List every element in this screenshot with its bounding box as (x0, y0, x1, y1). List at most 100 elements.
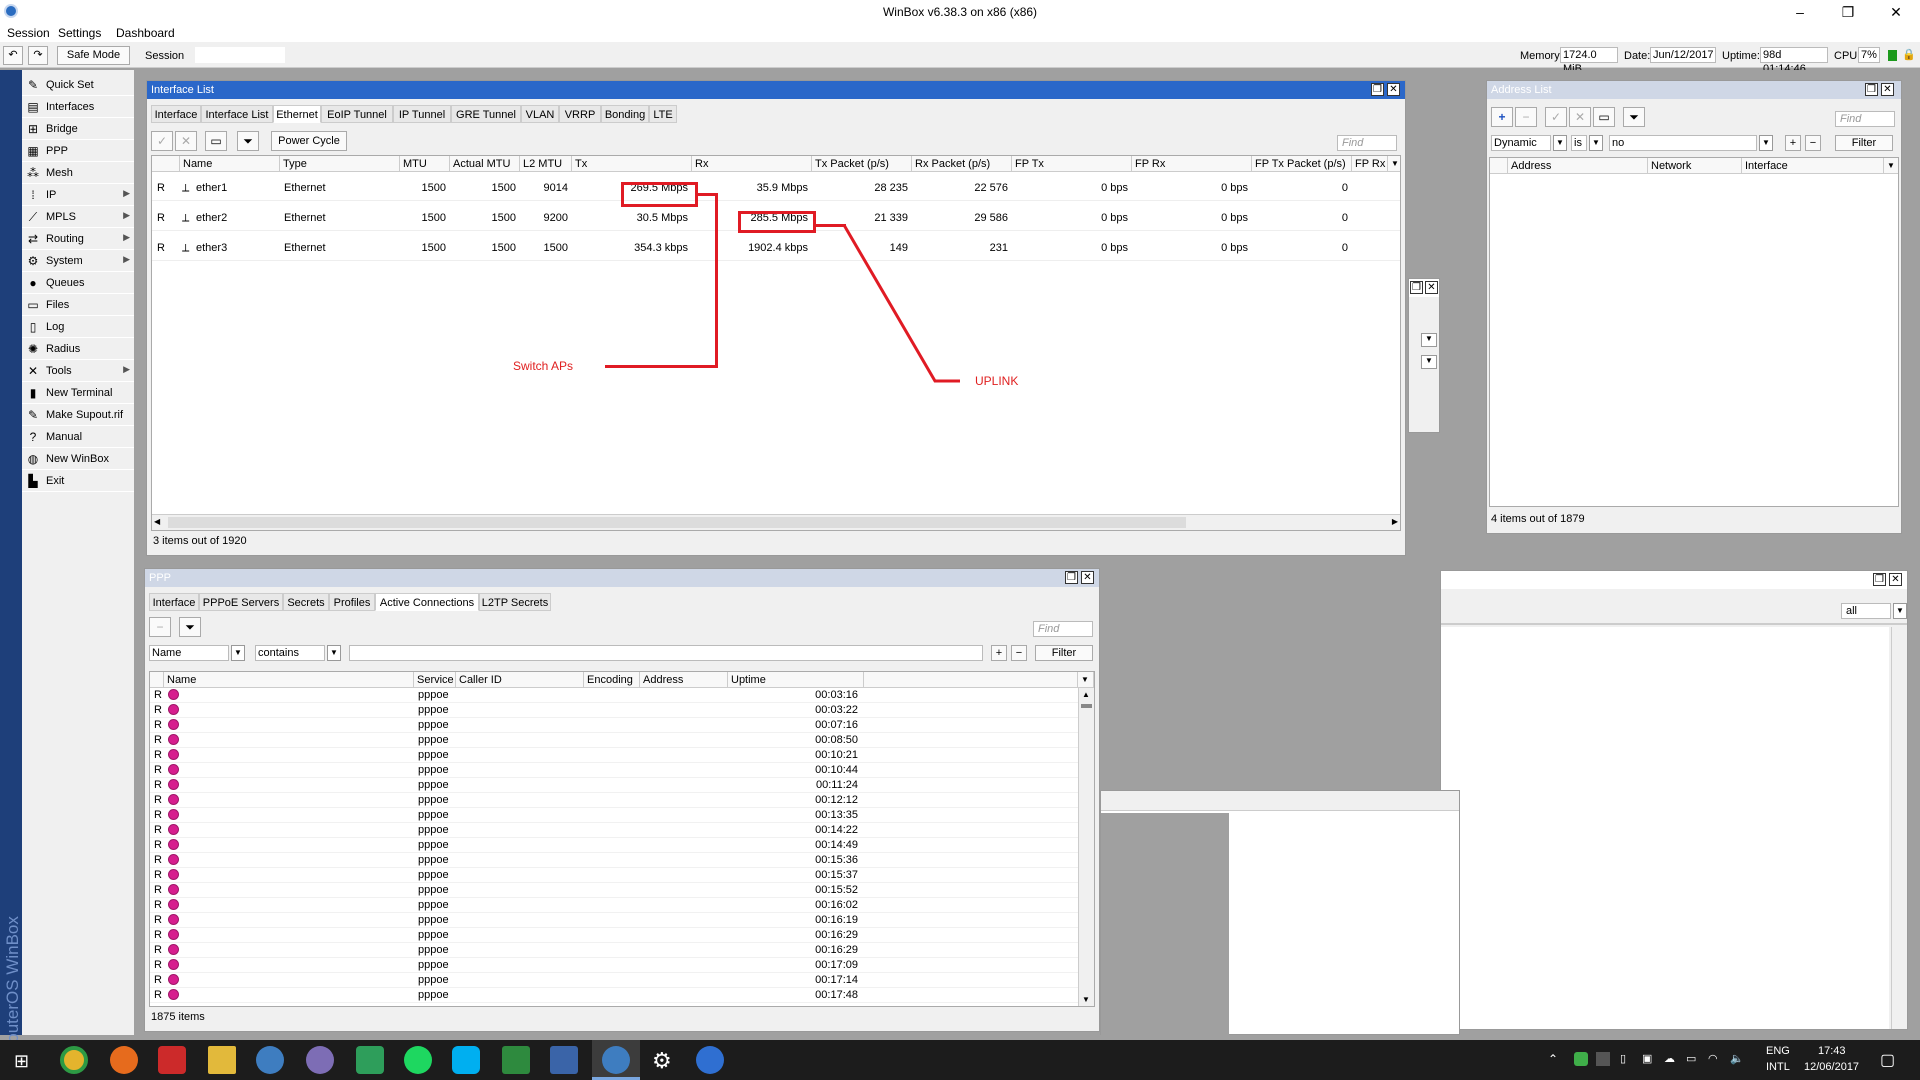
sidebar-item-files[interactable]: ▭ Files (22, 294, 134, 316)
col-header[interactable]: Name (164, 672, 414, 688)
col-header[interactable]: Uptime (728, 672, 864, 688)
chat-app-icon[interactable] (356, 1046, 384, 1074)
tab-interface-list[interactable]: Interface List (201, 105, 273, 123)
sidebar-item-exit[interactable]: ▙ Exit (22, 470, 134, 492)
filter-field-select[interactable]: Name (149, 645, 229, 661)
close-icon[interactable]: ✕ (1889, 573, 1902, 586)
add-icon[interactable]: + (1491, 107, 1513, 127)
sidebar-item-queues[interactable]: ● Queues (22, 272, 134, 294)
app-icon[interactable] (306, 1046, 334, 1074)
filter-op-select[interactable]: contains (255, 645, 325, 661)
sidebar-item-make-supout[interactable]: ✎ Make Supout.rif (22, 404, 134, 426)
vivaldi-icon[interactable] (158, 1046, 186, 1074)
tab-vrrp[interactable]: VRRP (559, 105, 601, 123)
tray-network-icon[interactable]: ▣ (1642, 1052, 1652, 1065)
tray-time[interactable]: 17:43 (1818, 1045, 1846, 1057)
sidebar-item-new-terminal[interactable]: ▮ New Terminal (22, 382, 134, 404)
col-header[interactable]: Tx (572, 156, 692, 172)
dropdown-arrow-icon[interactable]: ▼ (1553, 135, 1567, 151)
col-header[interactable]: FP Rx (1132, 156, 1252, 172)
tab-eoip-tunnel[interactable]: EoIP Tunnel (321, 105, 393, 123)
dropdown-arrow-icon[interactable]: ▼ (1589, 135, 1603, 151)
filter-value-input[interactable] (349, 645, 983, 661)
dropdown-arrow-icon[interactable]: ▼ (1421, 333, 1437, 347)
undo-button[interactable]: ↶ (3, 46, 23, 65)
table-row[interactable]: Rpppoe 00:07:16 (150, 718, 1078, 733)
col-header[interactable]: Type (280, 156, 400, 172)
add-condition-button[interactable]: + (991, 645, 1007, 661)
settings-icon[interactable]: ⚙ (652, 1048, 672, 1074)
col-header[interactable]: Encoding (584, 672, 640, 688)
table-row[interactable]: Rpppoe 00:13:35 (150, 808, 1078, 823)
table-row[interactable]: Rpppoe 00:03:22 (150, 703, 1078, 718)
table-row[interactable]: Rpppoe 00:10:21 (150, 748, 1078, 763)
sidebar-item-manual[interactable]: ? Manual (22, 426, 134, 448)
power-cycle-button[interactable]: Power Cycle (271, 131, 347, 151)
filter-op-select[interactable]: is (1571, 135, 1587, 151)
columns-dropdown-icon[interactable]: ▼ (1884, 158, 1898, 174)
scroll-down-icon[interactable]: ▼ (1082, 995, 1090, 1004)
safe-mode-button[interactable]: Safe Mode (57, 46, 130, 65)
columns-dropdown-icon[interactable]: ▼ (1388, 156, 1400, 172)
close-icon[interactable]: ✕ (1387, 83, 1400, 96)
remove-icon[interactable]: − (1515, 107, 1537, 127)
scrollbar-thumb[interactable] (168, 517, 1186, 528)
sidebar-item-tools[interactable]: ✕ Tools ▶ (22, 360, 134, 382)
tab-vlan[interactable]: VLAN (521, 105, 559, 123)
tab-interface[interactable]: Interface (149, 593, 199, 611)
tab-secrets[interactable]: Secrets (283, 593, 329, 611)
restore-icon[interactable]: ❐ (1873, 573, 1886, 586)
tab-pppoe-servers[interactable]: PPPoE Servers (199, 593, 283, 611)
col-header[interactable]: FP Rx (1352, 156, 1388, 172)
sidebar-item-mpls[interactable]: ⟋ MPLS ▶ (22, 206, 134, 228)
filter-select[interactable]: all (1841, 603, 1891, 619)
table-row[interactable]: Rpppoe 00:08:50 (150, 733, 1078, 748)
action-center-icon[interactable]: ▢ (1880, 1050, 1895, 1070)
filter-icon[interactable]: ⏷ (179, 617, 201, 637)
table-row[interactable]: Rpppoe 00:14:22 (150, 823, 1078, 838)
find-input[interactable]: Find (1337, 135, 1397, 151)
scroll-left-icon[interactable]: ◀ (154, 517, 160, 526)
table-row[interactable]: Rpppoe 00:12:12 (150, 793, 1078, 808)
restore-icon[interactable]: ❐ (1865, 83, 1878, 96)
table-row[interactable]: R ⟂ ether3 Ethernet 1500 1500 1500 354.3… (152, 242, 1400, 258)
col-header[interactable]: Rx (692, 156, 812, 172)
table-row[interactable]: Rpppoe 00:15:37 (150, 868, 1078, 883)
enable-icon[interactable]: ✓ (1545, 107, 1567, 127)
close-icon[interactable]: ✕ (1081, 571, 1094, 584)
table-row[interactable]: Rpppoe 00:16:19 (150, 913, 1078, 928)
table-row[interactable]: Rpppoe 00:16:29 (150, 928, 1078, 943)
tray-wifi-icon[interactable]: ◠ (1708, 1052, 1718, 1065)
network-app-icon[interactable] (502, 1046, 530, 1074)
windows-start-icon[interactable]: ⊞ (14, 1051, 29, 1072)
table-row[interactable]: R ⟂ ether1 Ethernet 1500 1500 9014 269.5… (152, 182, 1400, 198)
tab-gre-tunnel[interactable]: GRE Tunnel (451, 105, 521, 123)
dropdown-arrow-icon[interactable]: ▼ (231, 645, 245, 661)
add-condition-button[interactable]: + (1785, 135, 1801, 151)
col-header[interactable]: Actual MTU (450, 156, 520, 172)
file-explorer-icon[interactable] (208, 1046, 236, 1074)
find-input[interactable]: Find (1033, 621, 1093, 637)
col-header[interactable]: L2 MTU (520, 156, 572, 172)
skype-icon[interactable] (452, 1046, 480, 1074)
filter-button[interactable]: Filter (1035, 645, 1093, 661)
disable-button[interactable]: ✕ (175, 131, 197, 151)
close-button[interactable]: ✕ (1876, 2, 1916, 22)
table-row[interactable]: Rpppoe 00:16:29 (150, 943, 1078, 958)
col-header[interactable]: Tx Packet (p/s) (812, 156, 912, 172)
dropdown-arrow-icon[interactable]: ▼ (1759, 135, 1773, 151)
spotify-icon[interactable] (404, 1046, 432, 1074)
menu-session[interactable]: Session (7, 26, 50, 40)
enable-button[interactable]: ✓ (151, 131, 173, 151)
active-task-winbox[interactable] (592, 1040, 640, 1080)
table-row[interactable]: Rpppoe 00:11:24 (150, 778, 1078, 793)
filter-icon[interactable]: ⏷ (237, 131, 259, 151)
col-header[interactable]: Address (640, 672, 728, 688)
col-header[interactable]: MTU (400, 156, 450, 172)
filter-value-select[interactable]: no (1609, 135, 1757, 151)
sidebar-item-log[interactable]: ▯ Log (22, 316, 134, 338)
vertical-scrollbar[interactable]: ▲ ▼ (1078, 688, 1094, 1006)
col-header[interactable]: Caller ID (456, 672, 584, 688)
table-row[interactable]: Rpppoe 00:15:36 (150, 853, 1078, 868)
dropdown-arrow-icon[interactable]: ▼ (1893, 603, 1907, 619)
